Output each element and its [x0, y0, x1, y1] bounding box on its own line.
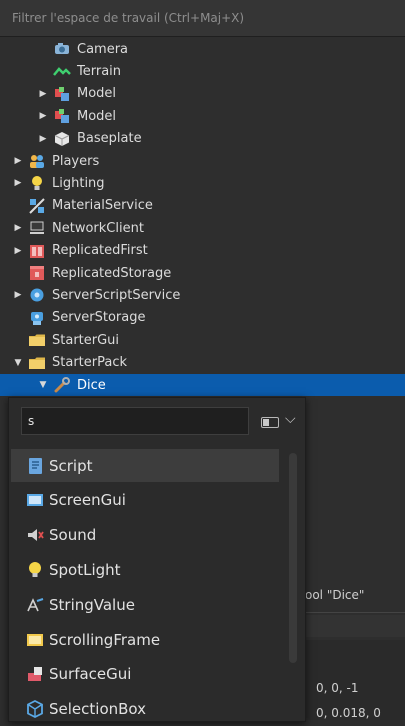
insert-option-scrollingframe[interactable]: ScrollingFrame	[11, 623, 279, 656]
expand-arrow-icon[interactable]: ▼	[37, 380, 49, 390]
server-script-service-icon	[28, 286, 46, 304]
part-icon	[53, 130, 71, 148]
explorer-item-serverscriptservice[interactable]: ▶ ServerScriptService	[0, 284, 405, 306]
explorer-item-label: ReplicatedFirst	[52, 243, 148, 259]
explorer-item-label: Model	[77, 108, 117, 124]
collapse-arrow-icon[interactable]: ▶	[37, 89, 49, 99]
explorer-item-startergui[interactable]: StarterGui	[0, 329, 405, 351]
replicated-first-icon	[28, 242, 46, 260]
insert-option-label: Script	[49, 456, 93, 475]
explorer-item-replicatedfirst[interactable]: ▶ ReplicatedFirst	[0, 240, 405, 262]
insert-search-row: ⌵	[21, 407, 303, 437]
model-icon	[53, 85, 71, 103]
explorer-item-replicatedstorage[interactable]: ReplicatedStorage	[0, 262, 405, 284]
server-storage-icon	[28, 309, 46, 327]
collapse-arrow-icon[interactable]: ▶	[12, 178, 24, 188]
insert-object-popup: ⌵ Script ScreenGui Sound SpotLight StringVal…	[8, 397, 306, 722]
insert-option-label: SpotLight	[49, 560, 121, 579]
explorer-item-label: Dice	[77, 377, 106, 393]
tool-icon	[53, 376, 71, 394]
insert-option-screengui[interactable]: ScreenGui	[11, 484, 279, 517]
explorer-item-label: Baseplate	[77, 131, 142, 147]
explorer-item-dice[interactable]: ▼ Dice	[0, 374, 405, 396]
explorer-item-players[interactable]: ▶ Players	[0, 150, 405, 172]
explorer-item-lighting[interactable]: ▶ Lighting	[0, 172, 405, 194]
property-value[interactable]: 0, 0.018, 0	[316, 706, 381, 720]
chevron-down-icon[interactable]: ⌵	[285, 411, 296, 427]
stringvalue-icon	[25, 595, 45, 615]
explorer-item-label: MaterialService	[52, 198, 153, 214]
explorer-item-serverstorage[interactable]: ServerStorage	[0, 307, 405, 329]
insert-option-sound[interactable]: Sound	[11, 519, 279, 552]
folder-icon	[28, 354, 46, 372]
explorer-item-label: StarterPack	[52, 355, 127, 371]
explorer-filter-bar	[0, 0, 405, 37]
explorer-item-label: Camera	[77, 41, 129, 57]
insert-option-label: Sound	[49, 526, 97, 545]
collapse-arrow-icon[interactable]: ▶	[12, 290, 24, 300]
explorer-item-model[interactable]: ▶ Model	[0, 83, 405, 105]
explorer-item-networkclient[interactable]: ▶ NetworkClient	[0, 217, 405, 239]
explorer-item-label: Model	[77, 86, 117, 102]
toggle-icon[interactable]	[261, 417, 279, 428]
insert-search-input[interactable]	[21, 407, 249, 435]
properties-title: ool "Dice"	[305, 588, 365, 602]
network-client-icon	[28, 219, 46, 237]
collapse-arrow-icon[interactable]: ▶	[37, 111, 49, 121]
explorer-item-label: StarterGui	[52, 332, 120, 348]
explorer-item-materialservice[interactable]: MaterialService	[0, 195, 405, 217]
camera-icon	[53, 40, 71, 58]
explorer-item-label: Lighting	[52, 175, 105, 191]
selectionbox-icon	[25, 699, 45, 719]
explorer-item-terrain[interactable]: Terrain	[0, 60, 405, 82]
expand-arrow-icon[interactable]: ▼	[12, 358, 24, 368]
insert-option-label: ScreenGui	[49, 491, 126, 510]
collapse-arrow-icon[interactable]: ▶	[12, 246, 24, 256]
sound-icon	[25, 525, 45, 545]
terrain-icon	[53, 62, 71, 80]
collapse-arrow-icon[interactable]: ▶	[12, 223, 24, 233]
properties-divider	[304, 612, 405, 613]
scrollingframe-icon	[25, 630, 45, 650]
popup-scrollbar[interactable]	[289, 453, 297, 663]
folder-icon	[28, 331, 46, 349]
players-icon	[28, 152, 46, 170]
lighting-icon	[28, 174, 46, 192]
insert-option-stringvalue[interactable]: StringValue	[11, 588, 279, 621]
properties-header-bar	[304, 615, 405, 637]
spotlight-icon	[25, 560, 45, 580]
insert-option-label: SelectionBox	[49, 700, 147, 719]
script-icon	[25, 456, 45, 476]
collapse-arrow-icon[interactable]: ▶	[12, 156, 24, 166]
insert-option-selectionbox[interactable]: SelectionBox	[11, 693, 279, 726]
explorer-item-label: ServerScriptService	[52, 287, 181, 303]
explorer-filter-input[interactable]	[8, 4, 405, 32]
explorer-item-starterpack[interactable]: ▼ StarterPack	[0, 352, 405, 374]
explorer-item-label: Players	[52, 153, 100, 169]
insert-option-label: SurfaceGui	[49, 665, 132, 684]
insert-option-script[interactable]: Script	[11, 449, 279, 482]
material-service-icon	[28, 197, 46, 215]
surfacegui-icon	[25, 664, 45, 684]
explorer-item-label: Terrain	[77, 63, 122, 79]
explorer-item-label: ReplicatedStorage	[52, 265, 172, 281]
collapse-arrow-icon[interactable]: ▶	[37, 134, 49, 144]
insert-option-label: StringValue	[49, 595, 135, 614]
insert-option-label: ScrollingFrame	[49, 630, 161, 649]
explorer-item-label: NetworkClient	[52, 220, 144, 236]
explorer-item-camera[interactable]: Camera	[0, 38, 405, 60]
property-value[interactable]: 0, 0, -1	[316, 681, 359, 695]
model-icon	[53, 107, 71, 125]
insert-option-surfacegui[interactable]: SurfaceGui	[11, 658, 279, 691]
explorer-item-label: ServerStorage	[52, 310, 146, 326]
replicated-storage-icon	[28, 264, 46, 282]
screengui-icon	[25, 490, 45, 510]
explorer-item-baseplate[interactable]: ▶ Baseplate	[0, 128, 405, 150]
explorer-item-model[interactable]: ▶ Model	[0, 105, 405, 127]
insert-option-spotlight[interactable]: SpotLight	[11, 553, 279, 586]
